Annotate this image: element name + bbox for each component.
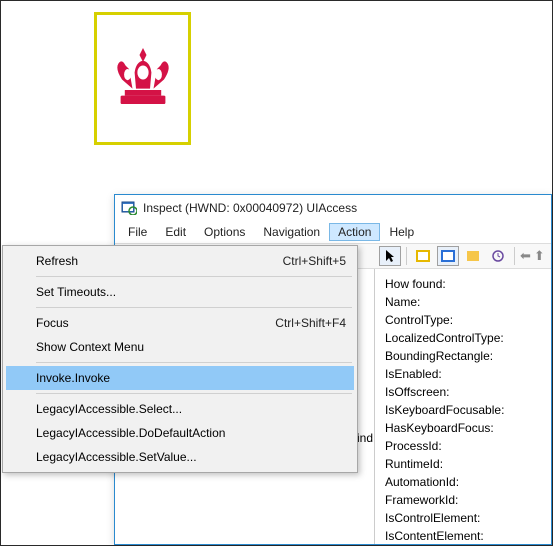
menu-item-legacy-select[interactable]: LegacyIAccessible.Select... <box>6 397 354 421</box>
property-row: AutomationId: <box>385 473 541 491</box>
menu-divider <box>36 276 352 277</box>
menu-action[interactable]: Action <box>329 223 380 241</box>
property-row: RuntimeId: <box>385 455 541 473</box>
property-row: How found: <box>385 275 541 293</box>
property-row: LocalizedControlType: <box>385 329 541 347</box>
properties-pane: How found: Name: ControlType: LocalizedC… <box>375 269 551 544</box>
menu-help[interactable]: Help <box>380 223 423 241</box>
property-row: IsOffscreen: <box>385 383 541 401</box>
arrow-left-icon[interactable]: ⬅ <box>520 248 531 264</box>
hourglass-tool[interactable] <box>462 246 484 266</box>
menu-item-refresh[interactable]: RefreshCtrl+Shift+5 <box>6 249 354 273</box>
property-row: IsContentElement: <box>385 527 541 544</box>
property-row: ControlType: <box>385 311 541 329</box>
menu-item-invoke-invoke[interactable]: Invoke.Invoke <box>6 366 354 390</box>
cursor-tool[interactable] <box>379 246 401 266</box>
arrow-up-icon[interactable]: ⬆ <box>534 248 545 264</box>
menu-options[interactable]: Options <box>195 223 254 241</box>
separator <box>406 247 407 265</box>
chess-card <box>94 12 191 145</box>
property-row: IsControlElement: <box>385 509 541 527</box>
menu-item-legacy-setvalue[interactable]: LegacyIAccessible.SetValue... <box>6 445 354 469</box>
highlight-yellow-tool[interactable] <box>412 246 434 266</box>
highlight-blue-tool[interactable] <box>437 246 459 266</box>
property-row: IsKeyboardFocusable: <box>385 401 541 419</box>
menu-divider <box>36 362 352 363</box>
menu-divider <box>36 307 352 308</box>
menu-navigation[interactable]: Navigation <box>254 223 329 241</box>
menubar[interactable]: File Edit Options Navigation Action Help <box>115 221 551 243</box>
crown-icon <box>108 31 178 126</box>
property-row: FrameworkId: <box>385 491 541 509</box>
menu-edit[interactable]: Edit <box>156 223 195 241</box>
menu-item-show-context-menu[interactable]: Show Context Menu <box>6 335 354 359</box>
property-row: BoundingRectangle: <box>385 347 541 365</box>
clock-tool[interactable] <box>487 246 509 266</box>
menu-item-focus[interactable]: FocusCtrl+Shift+F4 <box>6 311 354 335</box>
property-row: Name: <box>385 293 541 311</box>
titlebar: Inspect (HWND: 0x00040972) UIAccess <box>115 195 551 221</box>
menu-divider <box>36 393 352 394</box>
property-row: IsEnabled: <box>385 365 541 383</box>
property-row: ProcessId: <box>385 437 541 455</box>
menu-item-legacy-dodefault[interactable]: LegacyIAccessible.DoDefaultAction <box>6 421 354 445</box>
separator <box>514 247 515 265</box>
window-title: Inspect (HWND: 0x00040972) UIAccess <box>143 201 357 215</box>
menu-file[interactable]: File <box>119 223 156 241</box>
app-icon <box>121 199 137 218</box>
menu-item-set-timeouts[interactable]: Set Timeouts... <box>6 280 354 304</box>
action-context-menu[interactable]: RefreshCtrl+Shift+5 Set Timeouts... Focu… <box>2 245 358 473</box>
property-row: HasKeyboardFocus: <box>385 419 541 437</box>
